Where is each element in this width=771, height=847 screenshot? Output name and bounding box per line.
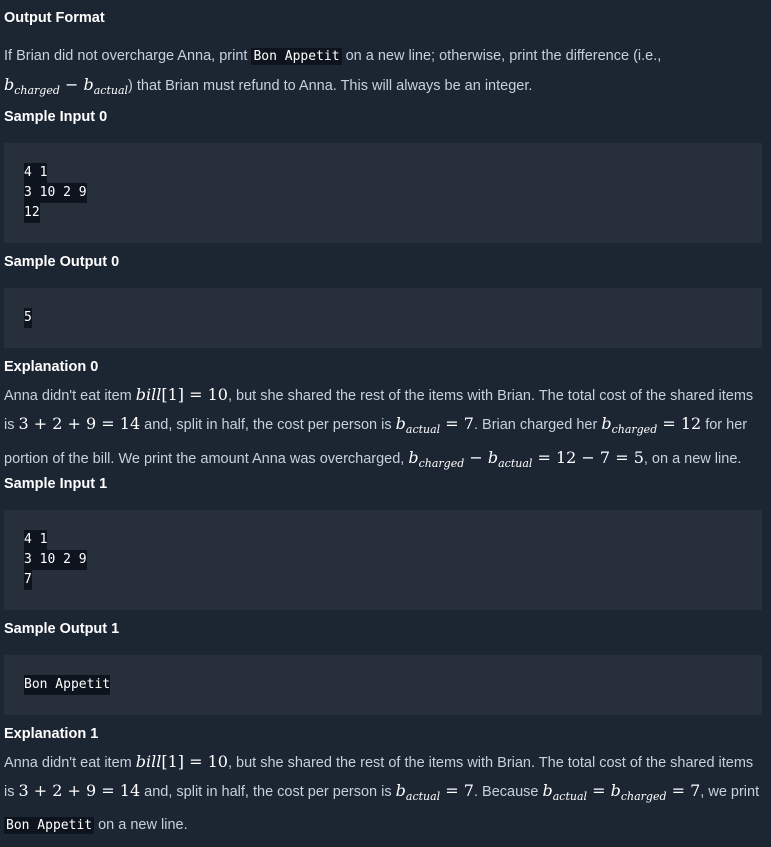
- explanation-0-text: Anna didn't eat item bill[1] = 10, but s…: [4, 385, 754, 471]
- explanation-0-heading: Explanation 0: [4, 359, 99, 375]
- explanation-1-heading: Explanation 1: [4, 726, 99, 742]
- output-format-heading: Output Format: [4, 10, 105, 26]
- sample-input-0-block: 4 1 3 10 2 9 12: [4, 143, 762, 243]
- output-format-text: If Brian did not overcharge Anna, print …: [4, 48, 662, 98]
- sample-input-1-heading: Sample Input 1: [4, 476, 108, 492]
- sample-output-0-block: 5: [4, 288, 762, 348]
- sample-output-1-block: Bon Appetit: [4, 655, 762, 715]
- sample-output-0-heading: Sample Output 0: [4, 254, 120, 270]
- sample-input-0-heading: Sample Input 0: [4, 109, 108, 125]
- inline-code: Bon Appetit: [4, 817, 95, 835]
- sample-output-1-heading: Sample Output 1: [4, 621, 120, 637]
- inline-code: Bon Appetit: [251, 48, 342, 65]
- explanation-1-text: Anna didn't eat item bill[1] = 10, but s…: [4, 752, 760, 835]
- sample-input-1-block: 4 1 3 10 2 9 7: [4, 510, 762, 610]
- problem-statement: Output Format If Brian did not overcharg…: [0, 0, 771, 847]
- math-expression: bcharged − bactual: [4, 75, 129, 98]
